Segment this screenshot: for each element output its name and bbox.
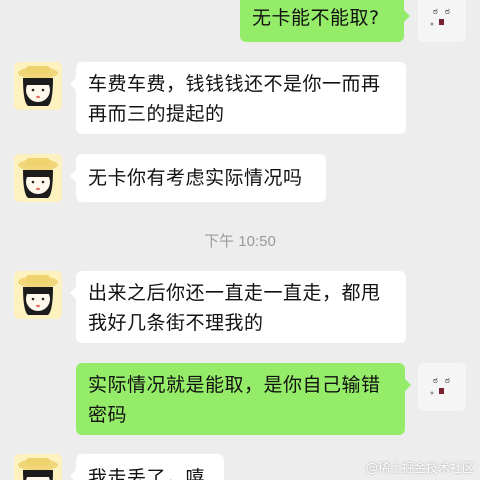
kaomoji-face-avatar-icon: ಠ ಠ — [430, 376, 450, 395]
message-text-line: 出来之后你还一直走一直走，都甩 — [88, 282, 381, 304]
svg-text:ಠ: ಠ — [433, 376, 438, 386]
girl-with-hat-avatar-icon — [14, 154, 62, 202]
contact-avatar[interactable] — [14, 62, 62, 110]
girl-with-hat-avatar-icon — [14, 62, 62, 110]
my-avatar[interactable]: ಠ ಠ — [418, 0, 466, 42]
girl-with-hat-avatar-icon — [14, 271, 62, 319]
contact-avatar[interactable] — [14, 454, 62, 480]
message-bubble-incoming[interactable]: 出来之后你还一直走一直走，都甩 我好几条街不理我的 — [70, 271, 406, 343]
contact-avatar[interactable] — [14, 271, 62, 319]
contact-avatar[interactable] — [14, 154, 62, 202]
message-row-outgoing: 实际情况就是能取，是你自己输错 密码 ಠ ಠ — [0, 363, 480, 435]
message-text-line: 密码 — [88, 404, 128, 426]
message-text-line: 我好几条街不理我的 — [88, 312, 264, 334]
message-bubble-incoming[interactable]: 车费车费，钱钱钱还不是你一而再 再而三的提起的 — [70, 62, 406, 134]
message-bubble-incoming[interactable]: 无卡你有考虑实际情况吗 — [70, 154, 326, 202]
svg-text:ಠ: ಠ — [445, 376, 450, 386]
message-row-outgoing: 无卡能不能取? ಠ ಠ — [0, 0, 480, 42]
message-bubble-outgoing[interactable]: 无卡能不能取? — [240, 0, 410, 42]
message-row-incoming: 无卡你有考虑实际情况吗 — [0, 154, 480, 202]
message-row-incoming: 车费车费，钱钱钱还不是你一而再 再而三的提起的 — [0, 62, 480, 134]
chat-window: 无卡能不能取? ಠ ಠ 车费车费，钱钱钱还不是你一而再 再而三的提起的 无卡你有… — [0, 0, 480, 480]
message-text: 我走丢了，嘻 — [88, 467, 206, 480]
message-bubble-outgoing[interactable]: 实际情况就是能取，是你自己输错 密码 — [76, 363, 411, 435]
svg-text:ಠ: ಠ — [445, 7, 450, 17]
message-text: 无卡能不能取? — [252, 7, 380, 29]
message-text-line: 车费车费，钱钱钱还不是你一而再 — [88, 73, 381, 95]
girl-with-hat-avatar-icon — [14, 454, 62, 480]
message-bubble-incoming[interactable]: 我走丢了，嘻 — [70, 454, 224, 480]
message-text-line: 再而三的提起的 — [88, 103, 225, 125]
my-avatar[interactable]: ಠ ಠ — [418, 363, 466, 411]
kaomoji-face-avatar-icon: ಠ ಠ — [430, 7, 450, 26]
message-text-line: 实际情况就是能取，是你自己输错 — [88, 374, 381, 396]
watermark: @稀土掘金技术社区 — [365, 461, 474, 475]
svg-text:ಠ: ಠ — [433, 7, 438, 17]
message-row-incoming: 出来之后你还一直走一直走，都甩 我好几条街不理我的 — [0, 271, 480, 343]
message-text: 无卡你有考虑实际情况吗 — [88, 167, 303, 189]
message-timestamp: 下午 10:50 — [204, 233, 276, 250]
